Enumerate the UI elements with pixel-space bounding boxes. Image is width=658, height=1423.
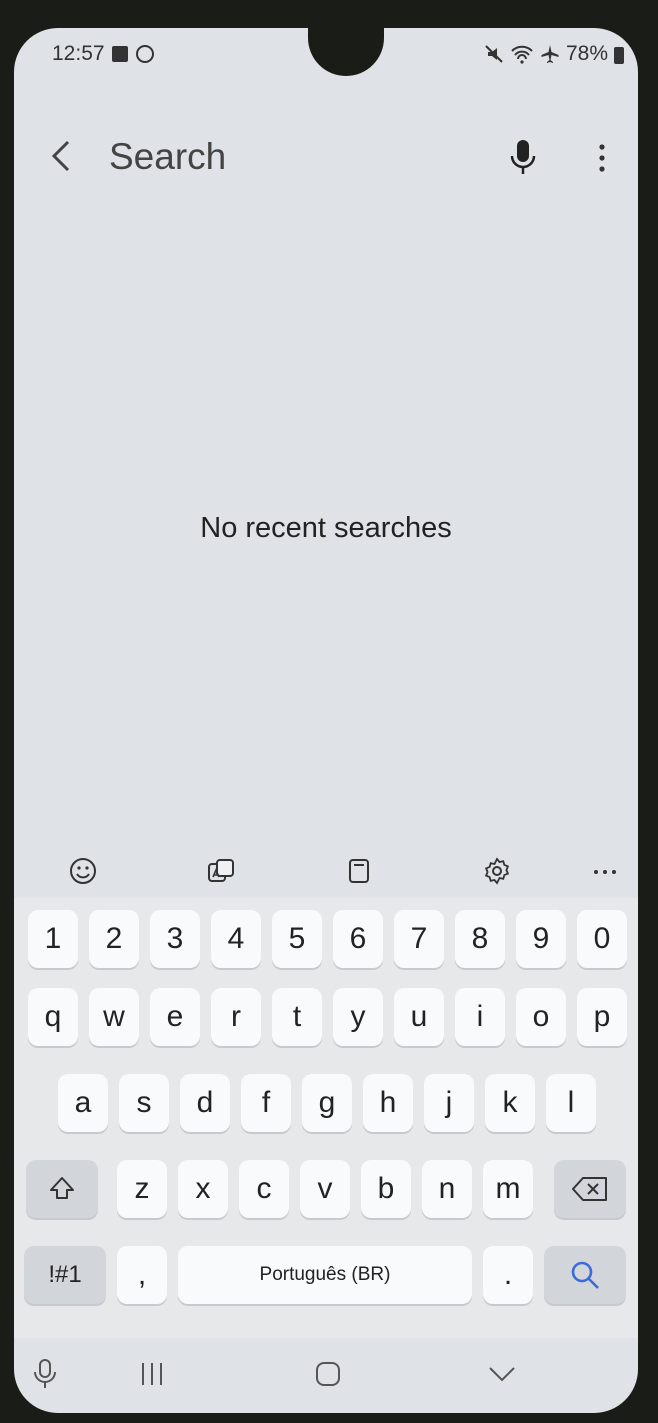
battery-percentage: 78% (565, 42, 608, 65)
hide-keyboard-chevron-down-icon[interactable] (482, 1354, 522, 1394)
settings-gear-icon[interactable] (474, 848, 520, 894)
key-l[interactable]: l (546, 1074, 596, 1132)
microphone-icon[interactable] (508, 138, 538, 178)
search-key[interactable] (544, 1246, 626, 1304)
battery-icon (614, 47, 624, 64)
status-right: 78% (484, 42, 624, 66)
system-navigation-bar (14, 1346, 638, 1406)
key-u[interactable]: u (394, 988, 444, 1046)
key-i[interactable]: i (455, 988, 505, 1046)
page-title: Search (109, 136, 227, 177)
key-q[interactable]: q (28, 988, 78, 1046)
key-m[interactable]: m (483, 1160, 533, 1218)
backspace-key[interactable] (554, 1160, 626, 1218)
airplane-mode-icon (541, 45, 559, 63)
key-p[interactable]: p (577, 988, 627, 1046)
key-n[interactable]: n (422, 1160, 472, 1218)
backspace-icon (572, 1177, 607, 1201)
key-6[interactable]: 6 (333, 910, 383, 968)
key-k[interactable]: k (485, 1074, 535, 1132)
key-w[interactable]: w (89, 988, 139, 1046)
more-options-icon[interactable] (592, 140, 612, 176)
key-4[interactable]: 4 (211, 910, 261, 968)
emoji-icon[interactable] (60, 848, 106, 894)
period-key[interactable]: . (483, 1246, 533, 1304)
shift-arrow-icon (50, 1177, 74, 1199)
key-z[interactable]: z (117, 1160, 167, 1218)
key-9[interactable]: 9 (516, 910, 566, 968)
key-o[interactable]: o (516, 988, 566, 1046)
key-5[interactable]: 5 (272, 910, 322, 968)
comma-key[interactable]: , (117, 1246, 167, 1304)
key-b[interactable]: b (361, 1160, 411, 1218)
mute-icon (485, 45, 503, 63)
recent-apps-icon[interactable] (132, 1354, 172, 1394)
shift-key[interactable] (26, 1160, 98, 1218)
key-f[interactable]: f (241, 1074, 291, 1132)
notification-icons (112, 42, 154, 63)
translate-icon[interactable] (198, 848, 244, 894)
on-screen-keyboard: 1 2 3 4 5 6 7 8 9 0 q w e r t y u i o p … (14, 898, 638, 1338)
key-j[interactable]: j (424, 1074, 474, 1132)
key-1[interactable]: 1 (28, 910, 78, 968)
key-a[interactable]: a (58, 1074, 108, 1132)
key-h[interactable]: h (363, 1074, 413, 1132)
key-y[interactable]: y (333, 988, 383, 1046)
key-g[interactable]: g (302, 1074, 352, 1132)
key-x[interactable]: x (178, 1160, 228, 1218)
keyboard-toolbar (14, 838, 638, 902)
key-2[interactable]: 2 (89, 910, 139, 968)
space-bar[interactable]: Português (BR) (178, 1246, 472, 1304)
key-3[interactable]: 3 (150, 910, 200, 968)
app-notification-icon (136, 45, 154, 63)
symbols-key[interactable]: !#1 (24, 1246, 106, 1304)
key-0[interactable]: 0 (577, 910, 627, 968)
key-8[interactable]: 8 (455, 910, 505, 968)
phone-screen: 12:57 78% Search No recent searches 1 2 … (14, 28, 638, 1413)
key-e[interactable]: e (150, 988, 200, 1046)
key-t[interactable]: t (272, 988, 322, 1046)
key-d[interactable]: d (180, 1074, 230, 1132)
empty-state-text: No recent searches (200, 512, 452, 544)
key-r[interactable]: r (211, 988, 261, 1046)
status-bar: 12:57 78% (14, 42, 638, 68)
voice-input-mic-icon[interactable] (30, 1354, 60, 1394)
back-arrow-icon[interactable] (48, 138, 74, 174)
status-time: 12:57 (52, 42, 105, 65)
key-s[interactable]: s (119, 1074, 169, 1132)
clipboard-icon[interactable] (336, 848, 382, 894)
checkbox-notification-icon (112, 46, 128, 62)
wifi-icon (511, 45, 533, 64)
search-toolbar: Search (14, 128, 638, 190)
more-horizontal-icon[interactable] (582, 848, 628, 894)
search-icon (571, 1261, 599, 1289)
key-7[interactable]: 7 (394, 910, 444, 968)
home-icon[interactable] (308, 1354, 348, 1394)
key-v[interactable]: v (300, 1160, 350, 1218)
key-c[interactable]: c (239, 1160, 289, 1218)
